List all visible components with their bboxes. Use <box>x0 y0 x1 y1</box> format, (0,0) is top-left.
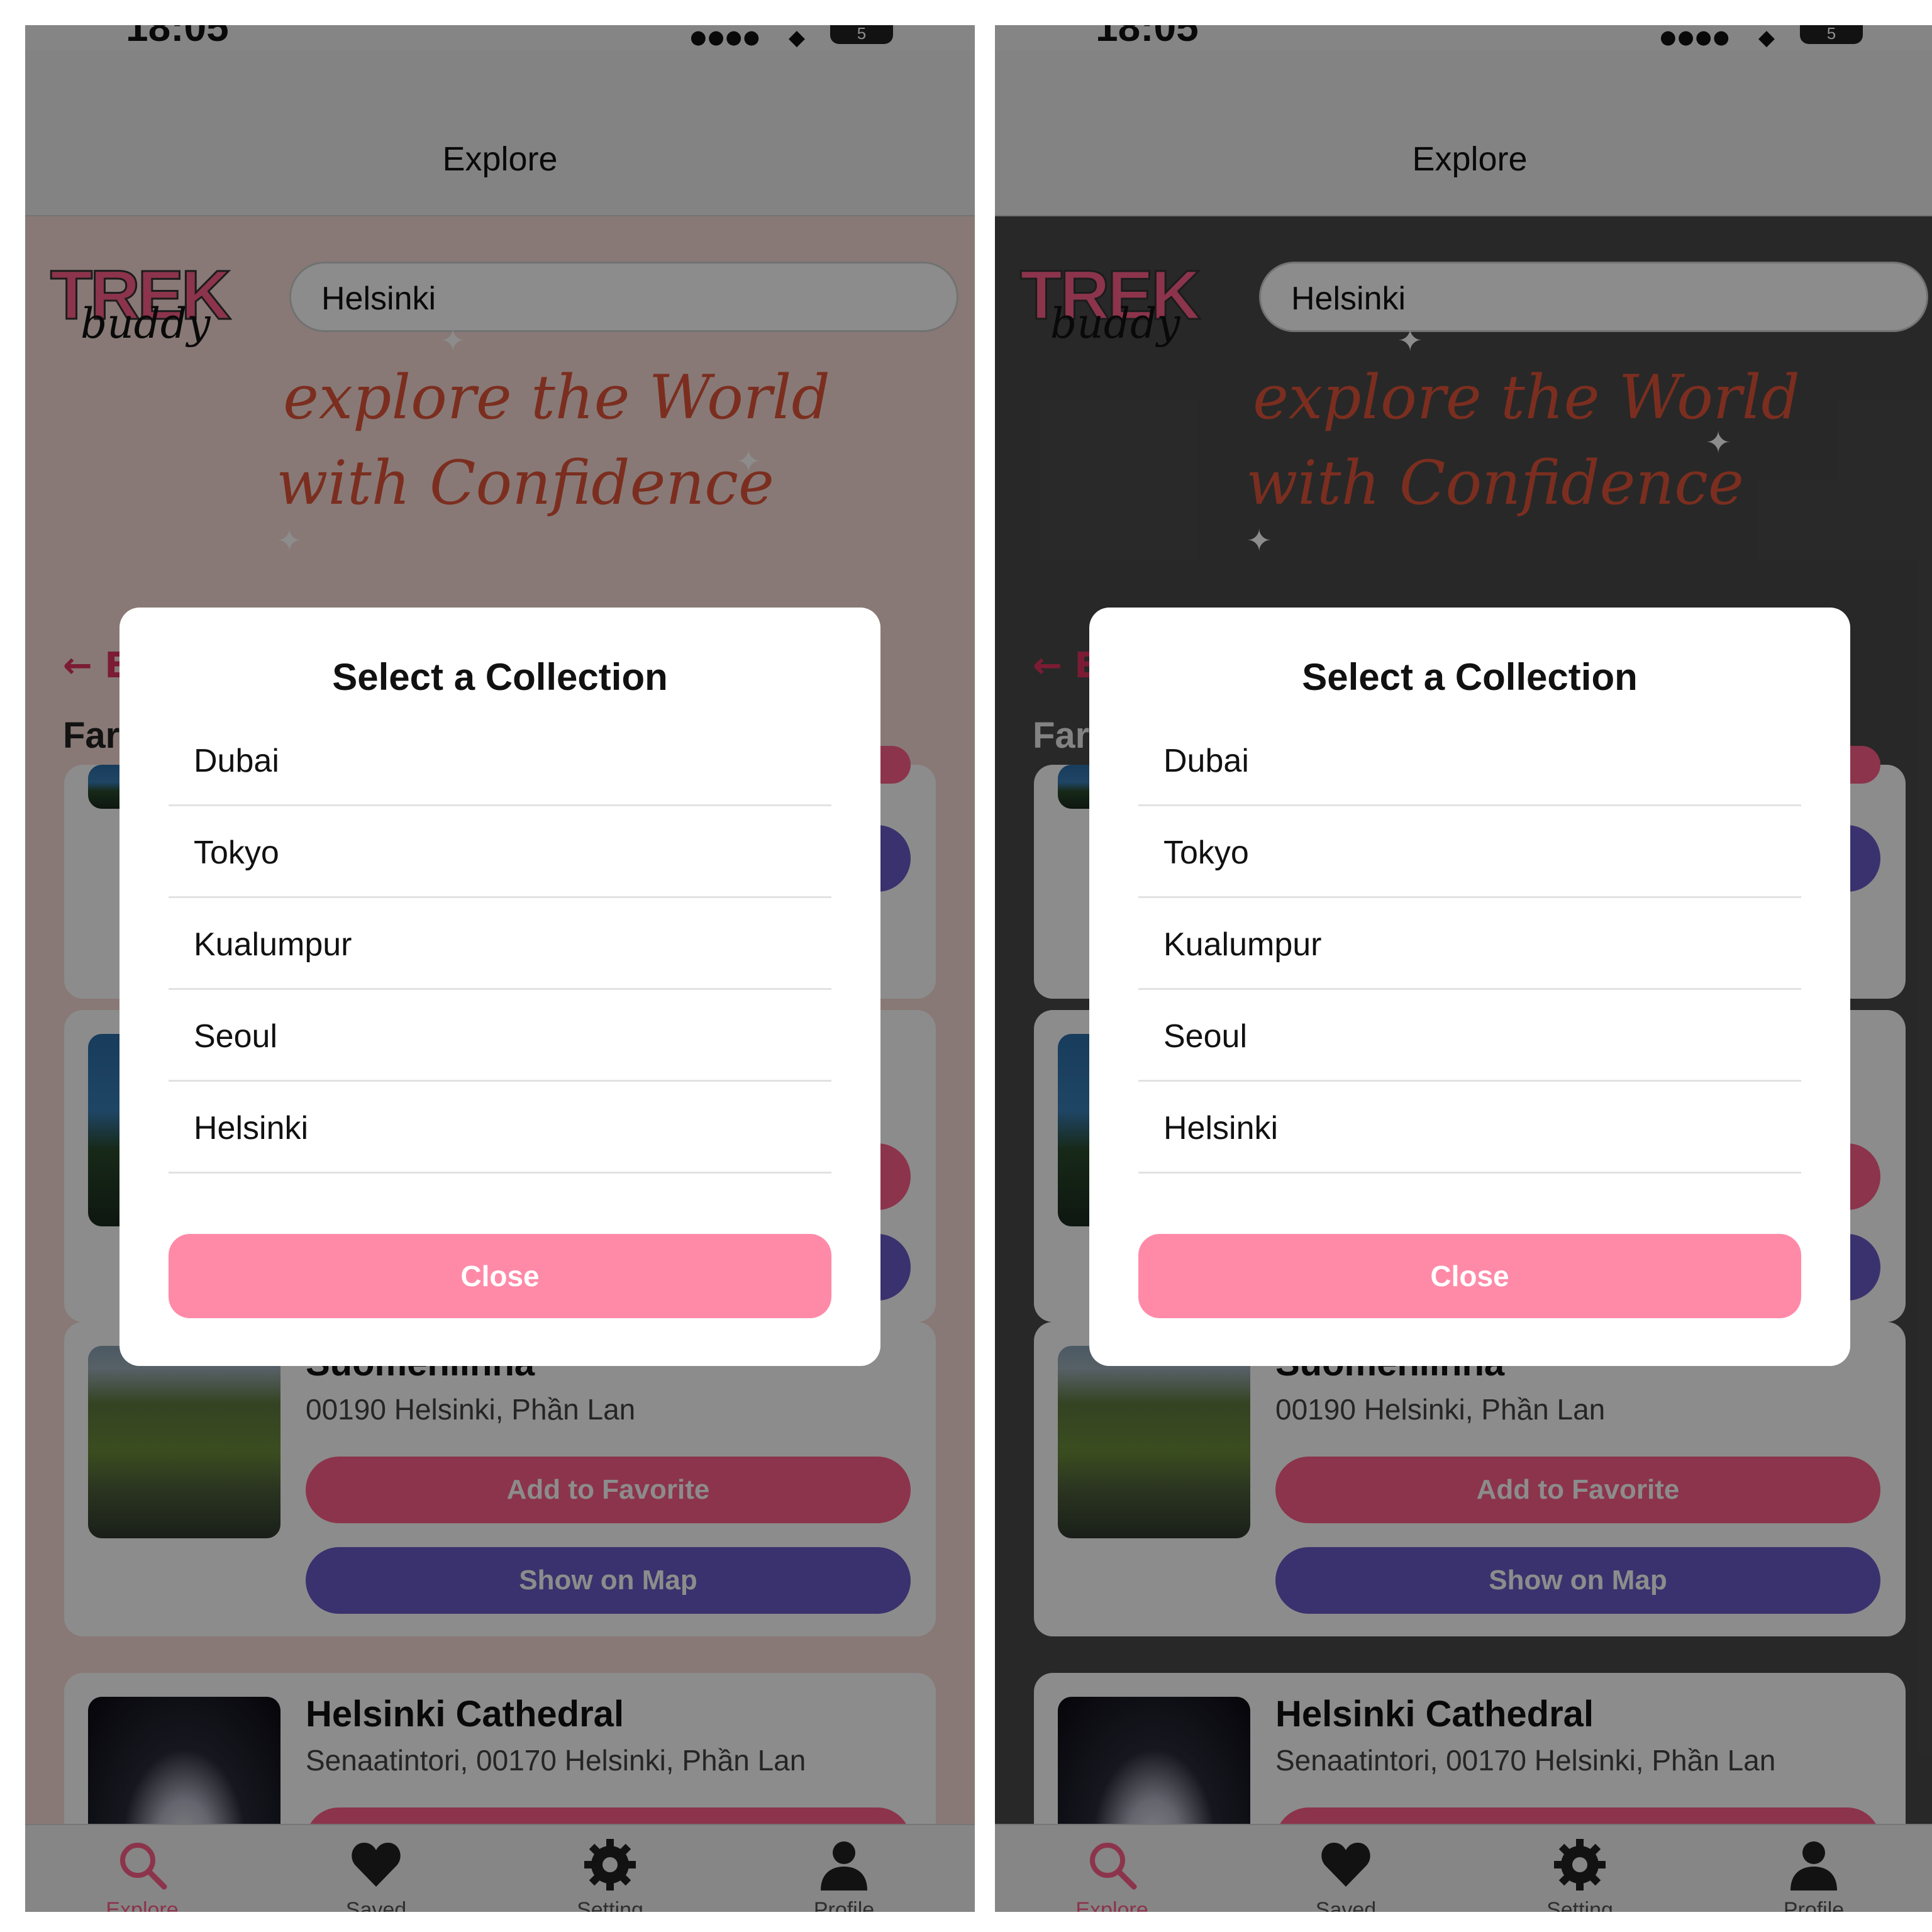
collection-option-label: Kualumpur <box>1163 926 1322 963</box>
modal-title: Select a Collection <box>1302 656 1638 698</box>
collection-option-seoul[interactable]: Seoul <box>169 990 831 1082</box>
collection-option-label: Tokyo <box>194 835 279 871</box>
collection-option-kualumpur[interactable]: Kualumpur <box>169 898 831 990</box>
collection-option-label: Tokyo <box>1163 835 1249 871</box>
collection-modal: Select a Collection Dubai Tokyo Kualumpu… <box>119 608 880 1366</box>
collection-option-label: Helsinki <box>194 1110 309 1146</box>
collection-option-label: Dubai <box>1163 743 1249 779</box>
collection-option-tokyo[interactable]: Tokyo <box>169 806 831 898</box>
collection-option-tokyo[interactable]: Tokyo <box>1138 806 1801 898</box>
collection-option-seoul[interactable]: Seoul <box>1138 990 1801 1082</box>
close-button[interactable]: Close <box>169 1234 831 1318</box>
collection-option-label: Helsinki <box>1163 1110 1279 1146</box>
collection-option-kualumpur[interactable]: Kualumpur <box>1138 898 1801 990</box>
collection-option-helsinki[interactable]: Helsinki <box>1138 1082 1801 1174</box>
collection-option-label: Seoul <box>1163 1018 1247 1055</box>
collection-option-dubai[interactable]: Dubai <box>1138 714 1801 806</box>
collection-modal: Select a Collection Dubai Tokyo Kualumpu… <box>1089 608 1850 1366</box>
phone-screen-dark: 18:05 ●●●● ◆ 5 Explore TREK buddy Helsin… <box>995 25 1932 1912</box>
collection-option-label: Dubai <box>194 743 279 779</box>
collection-option-label: Kualumpur <box>194 926 352 963</box>
phone-screen-light: 18:05 ●●●● ◆ 5 Explore TREK buddy Helsin… <box>25 25 975 1912</box>
collection-option-dubai[interactable]: Dubai <box>169 714 831 806</box>
collection-option-helsinki[interactable]: Helsinki <box>169 1082 831 1174</box>
close-button[interactable]: Close <box>1138 1234 1801 1318</box>
modal-title: Select a Collection <box>332 656 668 698</box>
collection-option-label: Seoul <box>194 1018 277 1055</box>
